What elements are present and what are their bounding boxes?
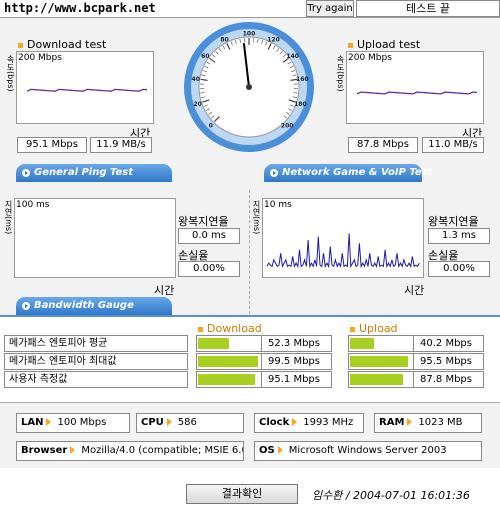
upload-line [356, 91, 478, 95]
bandwidth-row-label: 메가패스 엔토피아 평균 [4, 335, 188, 352]
gauge-tick-label: 60 [201, 53, 209, 60]
test-status: 테스트 끝 [356, 0, 500, 17]
ping-graph: 100 ms [14, 198, 176, 278]
gauge-tick-label: 180 [294, 101, 307, 108]
os-info: OS Microsoft Windows Server 2003 [254, 441, 482, 461]
upload-bar-value: 40.2 Mbps [413, 336, 483, 351]
game-ylabel: 지연(ms) [252, 200, 261, 235]
download-mbps: 95.1 Mbps [17, 137, 87, 153]
download-bar-fill [198, 374, 255, 385]
section-divider [249, 190, 250, 314]
bandwidth-download-label: Download [198, 322, 262, 335]
arrow-right-icon [70, 446, 76, 454]
ram-info: RAM 1023 MB [374, 413, 482, 433]
download-title: Download test [18, 38, 106, 51]
gauge-tick-label: 0 [209, 123, 213, 130]
upload-graph: 200 Mbps [346, 51, 484, 124]
cpu-info: CPU 586 [136, 413, 244, 433]
signature: 임수환 / 2004-07-01 16:01:36 [312, 489, 470, 502]
upload-bar-fill [350, 356, 408, 367]
download-bar: 95.1 Mbps [196, 371, 332, 388]
upload-bar-fill [350, 374, 403, 385]
arrow-right-icon [292, 418, 298, 426]
gauge-tick-label: 100 [243, 31, 256, 38]
download-bar-value: 52.3 Mbps [261, 336, 331, 351]
upload-ylabel: 속도(bps) [336, 55, 345, 92]
game-graph: 10 ms [262, 198, 424, 278]
gauge-tick-label: 120 [267, 36, 280, 43]
arrow-right-icon [46, 418, 52, 426]
bandwidth-row-label: 메가패스 엔토피아 최대값 [4, 353, 188, 370]
lan-info: LAN 100 Mbps [16, 413, 130, 433]
upload-bar-value: 95.5 Mbps [413, 354, 483, 369]
game-latency-line [266, 233, 420, 269]
ping-latency-value: 0.0 ms [178, 228, 240, 244]
ping-xlabel: 시간 [154, 284, 175, 297]
game-latency-value: 1.3 ms [428, 228, 490, 244]
arrow-right-icon [277, 446, 283, 454]
arrow-right-icon [166, 418, 172, 426]
download-bar-value: 99.5 Mbps [261, 354, 331, 369]
upload-bar-value: 87.8 Mbps [413, 372, 483, 387]
game-latency-label: 왕복지연율 [428, 215, 479, 228]
confirm-result-button[interactable]: 결과확인 [186, 484, 298, 504]
game-xlabel: 시간 [404, 284, 425, 297]
download-ylabel: 속도(bps) [6, 55, 15, 92]
download-mbs: 11.9 MB/s [90, 137, 152, 153]
tab-general-ping[interactable]: General Ping Test [16, 164, 172, 182]
upload-bar: 87.8 Mbps [348, 371, 484, 388]
arrow-right-icon [22, 169, 30, 177]
download-bar-fill [198, 338, 229, 349]
upload-mbs: 11.0 MB/s [422, 137, 484, 153]
bandwidth-upload-label: Upload [350, 322, 398, 335]
arrow-right-icon [407, 418, 413, 426]
ping-ylabel: 지연(ms) [4, 200, 13, 235]
upload-title: Upload test [348, 38, 420, 51]
download-line [26, 88, 148, 92]
download-bar: 99.5 Mbps [196, 353, 332, 370]
ping-latency-label: 왕복지연율 [178, 215, 229, 228]
browser-info: Browser Mozilla/4.0 (compatible; MSIE 6.0 [16, 441, 244, 461]
gauge-tick-label: 80 [220, 36, 228, 43]
header-bar: http://www.bcpark.net Try again 테스트 끝 [0, 0, 500, 18]
download-graph: 200 Mbps [16, 51, 154, 124]
clock-info: Clock 1993 MHz [254, 413, 364, 433]
gauge-tick-label: 40 [192, 76, 200, 83]
gauge-tick-label: 20 [193, 101, 201, 108]
download-bar: 52.3 Mbps [196, 335, 332, 352]
site-url[interactable]: http://www.bcpark.net [4, 1, 156, 15]
upload-bar: 95.5 Mbps [348, 353, 484, 370]
arrow-right-icon [22, 302, 30, 310]
arrow-right-icon [270, 169, 278, 177]
upload-bar: 40.2 Mbps [348, 335, 484, 352]
bandwidth-divider [0, 315, 500, 317]
speed-gauge: 020406080100120140160180200 [184, 22, 314, 152]
tab-bandwidth-gauge[interactable]: Bandwidth Gauge [16, 297, 172, 315]
tab-network-game-voip[interactable]: Network Game & VoIP Test [264, 164, 432, 182]
gauge-tick-label: 160 [296, 76, 309, 83]
bandwidth-row-label: 사용자 측정값 [4, 371, 188, 388]
gauge-tick-label: 200 [281, 123, 294, 130]
try-again-button[interactable]: Try again [306, 0, 354, 17]
ping-loss-value: 0.00% [178, 261, 240, 277]
upload-mbps: 87.8 Mbps [348, 137, 418, 153]
game-loss-value: 0.00% [428, 261, 490, 277]
upload-bar-fill [350, 338, 374, 349]
download-bar-fill [198, 356, 258, 367]
ping-axis-top: 100 ms [16, 200, 50, 210]
download-bar-value: 95.1 Mbps [261, 372, 331, 387]
